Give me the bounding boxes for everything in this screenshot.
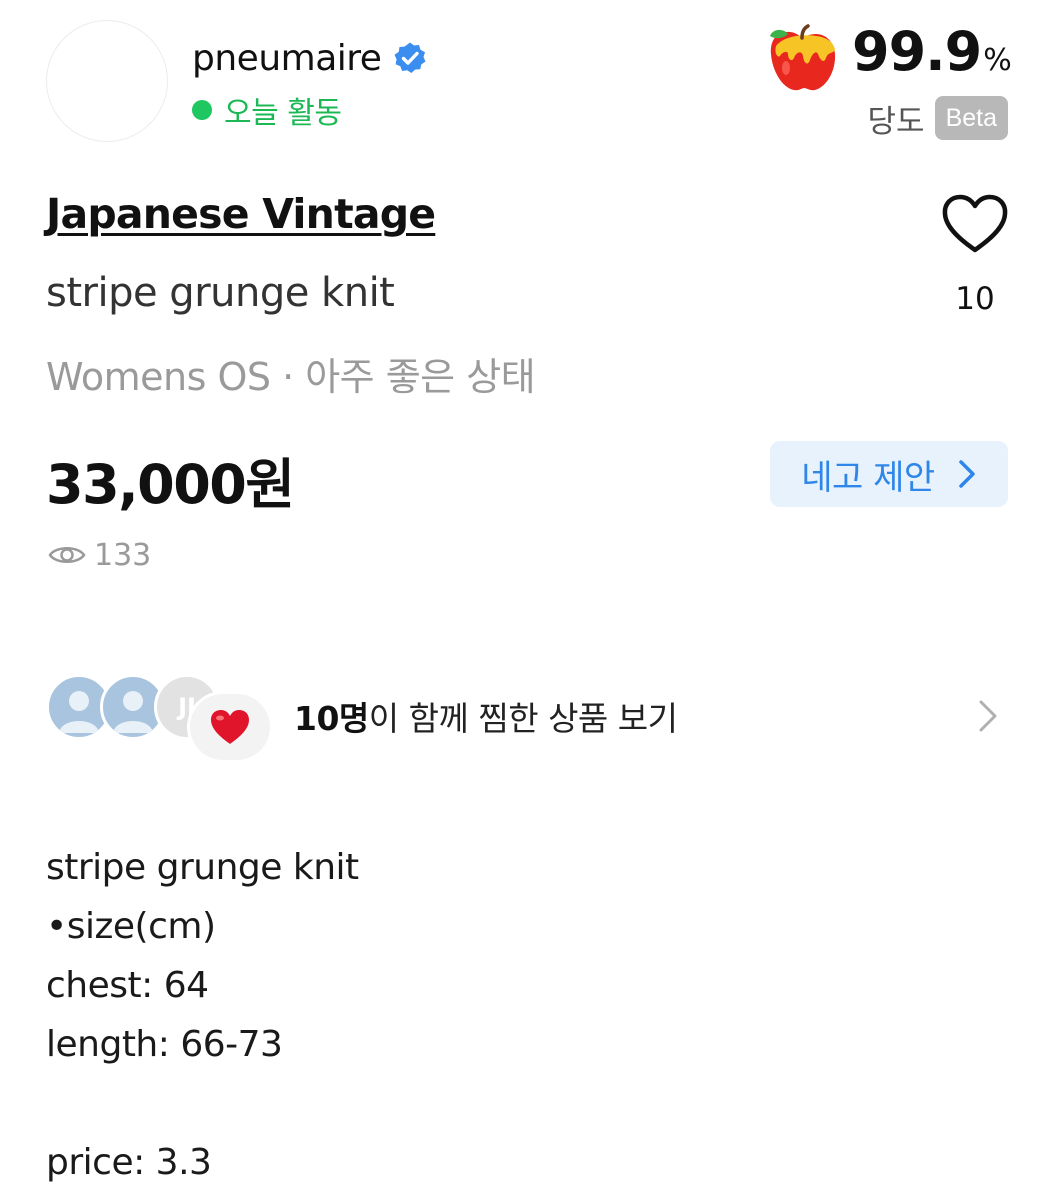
red-heart-icon (211, 710, 249, 744)
score-value: 99.9 (852, 20, 982, 83)
activity-status: 오늘 활동 (192, 90, 342, 131)
apple-icon (770, 24, 836, 91)
sweetness-label-row: 당도 Beta (868, 96, 1008, 140)
online-dot-icon (192, 100, 212, 120)
description-line: •size(cm) (46, 906, 216, 947)
chevron-right-icon (958, 460, 975, 488)
product-price: 33,000원 (46, 453, 295, 516)
description-line: stripe grunge knit (46, 847, 359, 888)
product-description: stripe grunge knit •size(cm) chest: 64 l… (46, 838, 359, 1192)
score-unit: % (983, 43, 1012, 78)
liked-count: 10명 (294, 699, 369, 738)
activity-label: 오늘 활동 (224, 96, 342, 131)
offer-button-label: 네고 제안 (801, 457, 935, 498)
eye-icon (48, 547, 86, 563)
heart-outline-icon[interactable] (940, 192, 1010, 256)
description-line (46, 1074, 359, 1133)
verified-badge-icon (394, 42, 426, 73)
chevron-right-icon (979, 700, 997, 732)
offer-button[interactable]: 네고 제안 (770, 441, 1008, 507)
description-line: chest: 64 (46, 965, 209, 1006)
product-meta: Womens OS · 아주 좋은 상태 (46, 355, 536, 399)
beta-badge: Beta (934, 96, 1008, 140)
seller-name[interactable]: pneumaire (192, 38, 382, 79)
seller-avatar[interactable] (46, 20, 168, 142)
like-count: 10 (955, 281, 995, 317)
seller-name-row[interactable]: pneumaire (192, 34, 427, 82)
brand-link[interactable]: Japanese Vintage (46, 190, 436, 238)
description-line: price: 3.3 (46, 1142, 212, 1183)
liked-rest: 이 함께 찜한 상품 보기 (368, 699, 678, 738)
liked-together-row[interactable]: JI 10명이 함께 찜한 상품 보기 (46, 670, 1008, 760)
sweetness-score: 99.9 % (852, 20, 1012, 84)
views-row: 133 (48, 535, 151, 575)
like-emoji-bubble (190, 694, 270, 760)
sweetness-label: 당도 (867, 103, 925, 140)
liked-together-label: 10명이 함께 찜한 상품 보기 (294, 692, 678, 740)
product-title: stripe grunge knit (46, 270, 395, 316)
description-line: length: 66-73 (46, 1024, 283, 1065)
views-count: 133 (94, 537, 152, 573)
